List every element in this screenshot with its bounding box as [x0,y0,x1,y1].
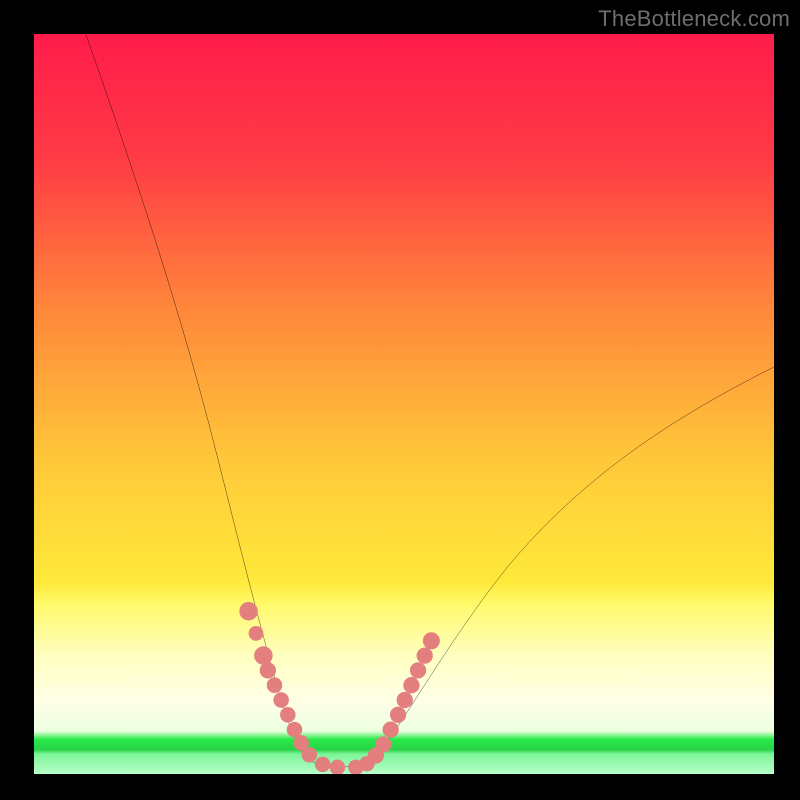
chart-frame: TheBottleneck.com [0,0,800,800]
watermark-text: TheBottleneck.com [598,6,790,32]
curve-left-branch [86,34,308,759]
plot-area [34,34,774,774]
marker-cluster [240,602,440,774]
chart-svg [34,34,774,774]
curve-right-branch [374,367,774,759]
